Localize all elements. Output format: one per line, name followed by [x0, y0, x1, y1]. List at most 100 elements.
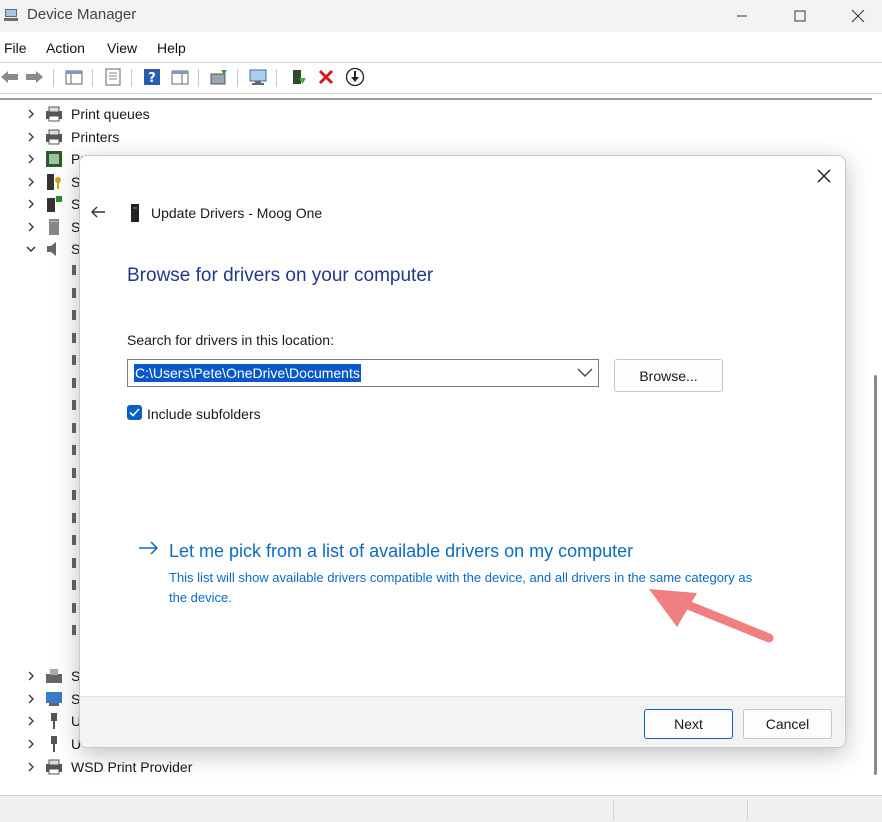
- toolbar: ?: [0, 62, 882, 94]
- toolbar-separator: [198, 69, 199, 87]
- device-child-icon: [72, 490, 76, 500]
- tree-item-label: WSD Print Provider: [71, 759, 193, 775]
- browse-button[interactable]: Browse...: [614, 359, 723, 392]
- device-child-icon: [72, 423, 76, 433]
- vertical-scrollbar[interactable]: [874, 375, 877, 775]
- cancel-button[interactable]: Cancel: [743, 709, 832, 739]
- chevron-right-icon[interactable]: [25, 738, 37, 750]
- properties-icon: [105, 68, 121, 86]
- device-child-icon: [72, 310, 76, 320]
- device-child-icon: [72, 535, 76, 545]
- device-child-icon: [72, 445, 76, 455]
- menu-bar: File Action View Help: [0, 32, 882, 62]
- driver-path-value[interactable]: C:\Users\Pete\OneDrive\Documents: [134, 364, 361, 382]
- chevron-right-icon[interactable]: [25, 108, 37, 120]
- back-arrow-icon: [1, 71, 18, 83]
- pick-from-list-link[interactable]: Let me pick from a list of available dri…: [169, 541, 633, 562]
- path-dropdown-button[interactable]: [574, 362, 596, 384]
- status-bar-divider: [747, 800, 748, 820]
- status-bar-divider: [613, 800, 614, 820]
- software-component-icon: [47, 196, 62, 212]
- enable-device-icon: [293, 70, 306, 84]
- chevron-right-icon[interactable]: [25, 715, 37, 727]
- menu-file[interactable]: File: [4, 40, 27, 56]
- dialog-heading: Browse for drivers on your computer: [127, 265, 434, 286]
- help-icon: ?: [144, 69, 160, 86]
- include-subfolders-label[interactable]: Include subfolders: [147, 406, 261, 422]
- printer-icon: [46, 129, 62, 145]
- minimize-button[interactable]: [712, 0, 772, 32]
- system-devices-icon: [46, 669, 62, 683]
- dialog-back-button[interactable]: [88, 202, 108, 222]
- console-tree-icon: [65, 70, 83, 85]
- chevron-right-icon[interactable]: [25, 153, 37, 165]
- menu-view[interactable]: View: [107, 40, 137, 56]
- toolbar-separator: [237, 69, 238, 87]
- device-icon: [131, 204, 139, 222]
- toolbar-separator: [53, 69, 54, 87]
- title-bar: Device Manager: [0, 0, 882, 32]
- usb-icon: [51, 736, 57, 752]
- chevron-right-icon[interactable]: [25, 198, 37, 210]
- help-button[interactable]: ?: [142, 67, 162, 87]
- close-window-button[interactable]: [828, 0, 882, 32]
- chevron-right-icon[interactable]: [25, 670, 37, 682]
- tree-item-label: Print queues: [71, 106, 150, 122]
- minimize-icon: [737, 15, 747, 17]
- device-child-icon: [72, 468, 76, 478]
- device-child-icon: [72, 580, 76, 590]
- maximize-button[interactable]: [770, 0, 830, 32]
- enable-device-button[interactable]: [288, 67, 308, 87]
- back-arrow-icon: [91, 206, 105, 218]
- menu-action[interactable]: Action: [46, 40, 85, 56]
- chevron-right-icon[interactable]: [25, 221, 37, 233]
- printer-icon: [46, 759, 62, 775]
- action-pane-button[interactable]: [170, 67, 190, 87]
- red-x-icon: [318, 69, 334, 85]
- device-child-icon: [72, 288, 76, 298]
- device-child-icon: [72, 603, 76, 613]
- chevron-down-icon: [577, 368, 593, 377]
- chevron-right-icon[interactable]: [25, 176, 37, 188]
- toolbar-separator: [131, 69, 132, 87]
- forward-button[interactable]: [24, 67, 44, 87]
- chevron-right-icon[interactable]: [25, 761, 37, 773]
- back-button[interactable]: [0, 67, 20, 87]
- dialog-close-button[interactable]: [813, 165, 835, 187]
- device-child-icon: [72, 513, 76, 523]
- processor-icon: [46, 151, 62, 167]
- chevron-right-icon[interactable]: [25, 693, 37, 705]
- chevron-right-icon[interactable]: [25, 131, 37, 143]
- arrow-right-icon[interactable]: [138, 540, 160, 556]
- device-child-icon: [72, 558, 76, 568]
- uninstall-device-button[interactable]: [316, 67, 336, 87]
- usb-icon: [51, 713, 57, 729]
- tree-item-label: Printers: [71, 129, 120, 145]
- device-child-icon: [72, 400, 76, 410]
- toolbar-separator: [276, 69, 277, 87]
- chevron-down-icon[interactable]: [25, 243, 37, 255]
- properties-button[interactable]: [103, 67, 123, 87]
- print-queue-icon: [46, 106, 62, 122]
- close-icon: [851, 9, 865, 23]
- next-button[interactable]: Next: [644, 709, 733, 739]
- menu-help[interactable]: Help: [157, 40, 186, 56]
- device-child-icon: [72, 625, 76, 635]
- download-button[interactable]: [345, 67, 365, 87]
- scan-hardware-button[interactable]: [248, 67, 268, 87]
- search-location-label: Search for drivers in this location:: [127, 332, 334, 348]
- update-driver-button[interactable]: [209, 67, 229, 87]
- window-title: Device Manager: [27, 6, 137, 23]
- close-icon: [817, 169, 831, 183]
- device-manager-icon: [4, 9, 18, 21]
- storage-controller-icon: [49, 219, 59, 235]
- dialog-title: Update Drivers - Moog One: [151, 205, 323, 221]
- forward-arrow-icon: [26, 71, 43, 83]
- show-hide-console-tree-button[interactable]: [64, 67, 84, 87]
- download-circle-icon: [345, 67, 365, 87]
- driver-path-combobox[interactable]: C:\Users\Pete\OneDrive\Documents: [127, 359, 599, 387]
- pick-from-list-description[interactable]: This list will show available drivers co…: [169, 568, 769, 608]
- status-bar: [0, 795, 882, 822]
- include-subfolders-checkbox[interactable]: [127, 405, 142, 420]
- toolbar-separator: [92, 69, 93, 87]
